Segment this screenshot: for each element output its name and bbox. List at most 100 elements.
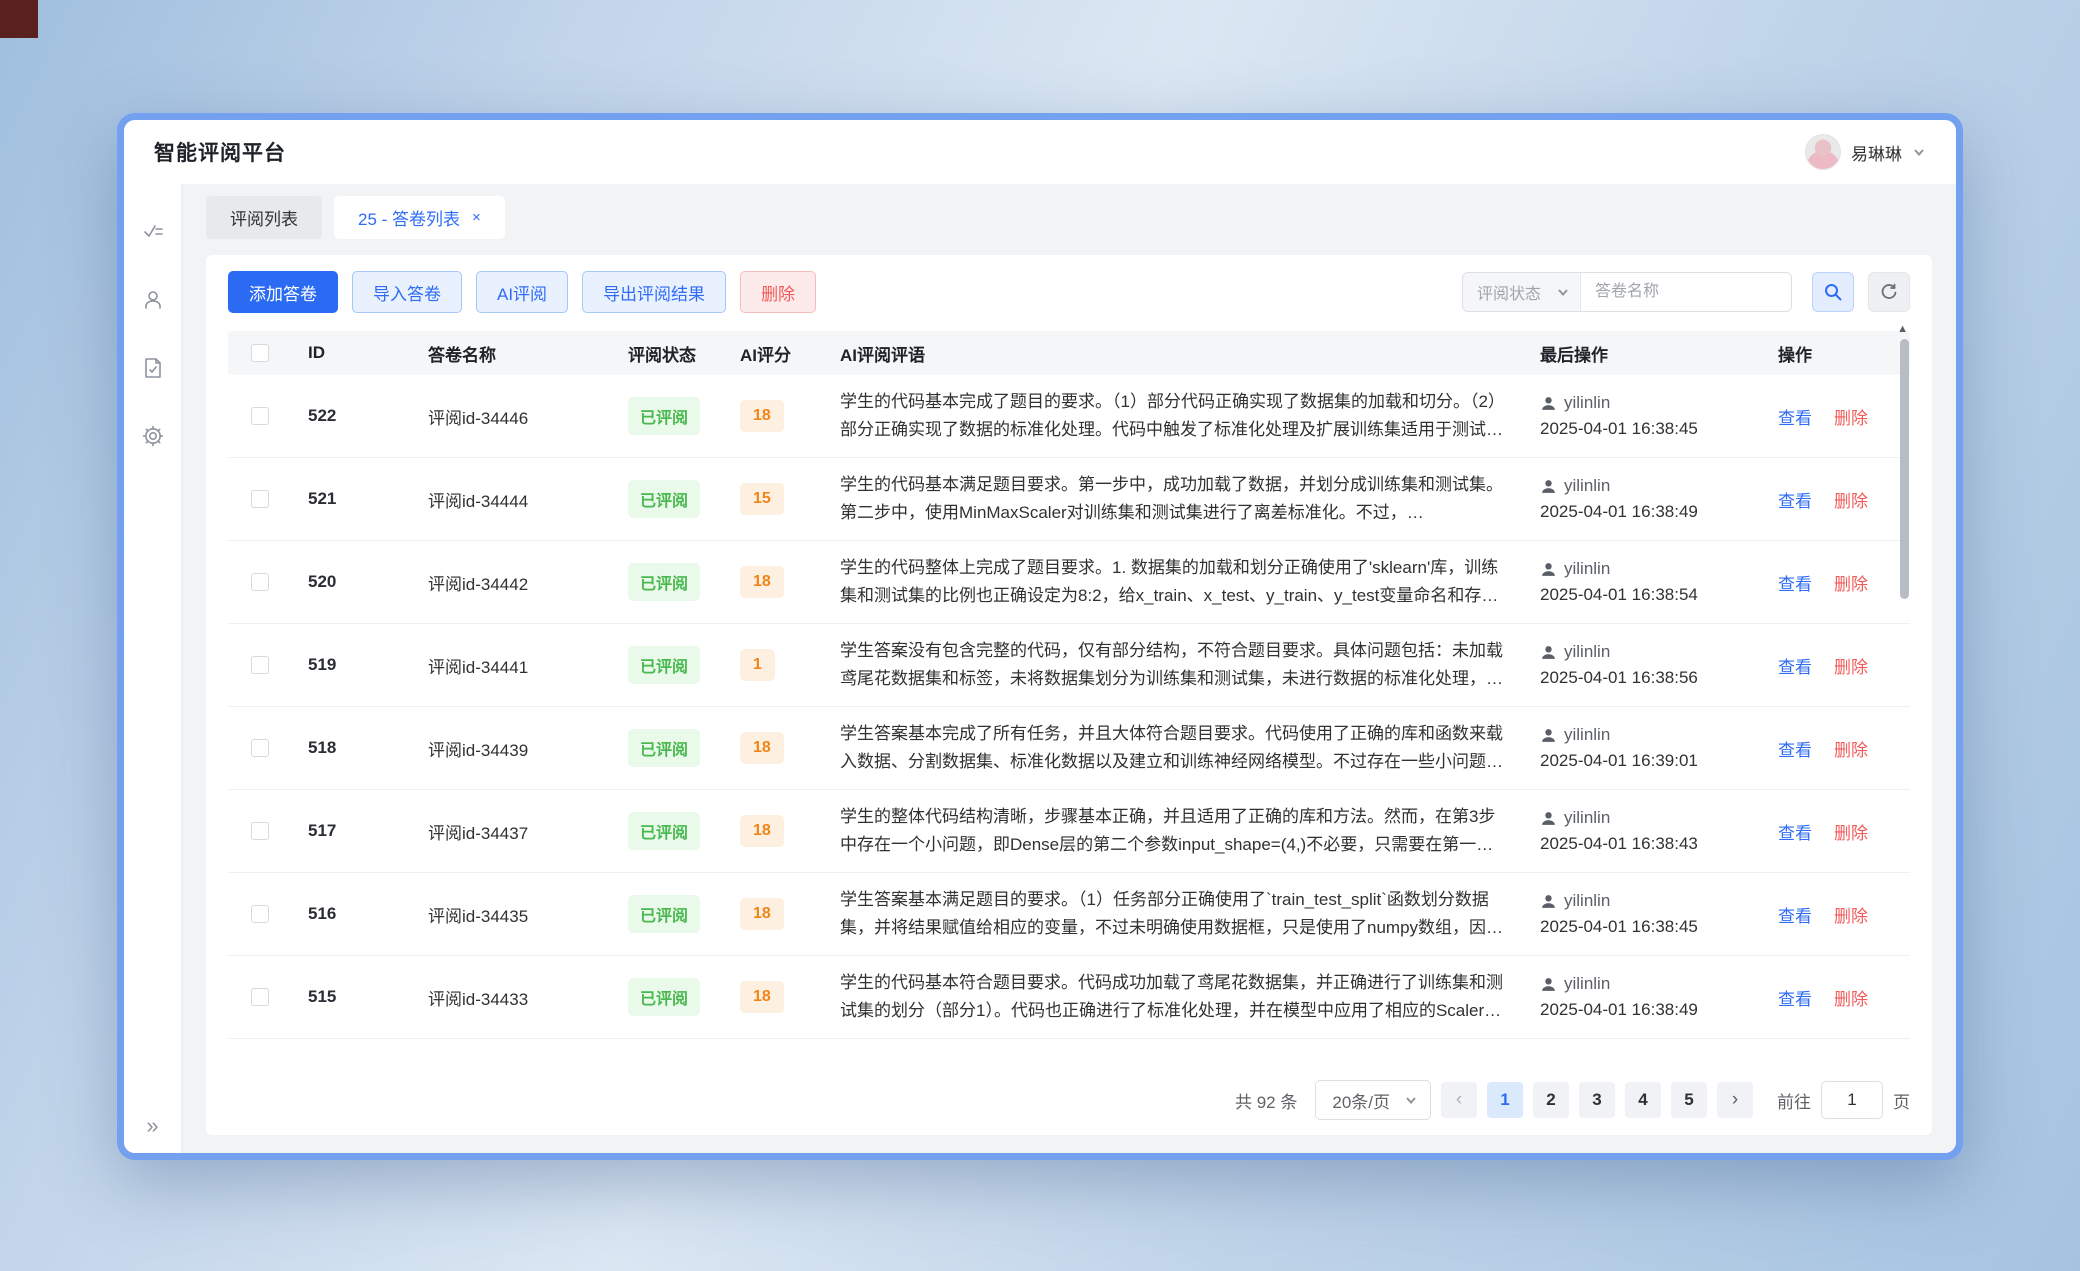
content-card: 添加答卷 导入答卷 AI评阅 导出评阅结果 删除 评阅状态	[206, 255, 1932, 1135]
filter-group: 评阅状态	[1462, 272, 1910, 312]
status-badge: 已评阅	[628, 480, 700, 518]
person-icon	[1540, 810, 1557, 827]
delete-link[interactable]: 删除	[1834, 736, 1868, 761]
row-checkbox[interactable]	[251, 407, 269, 425]
user-menu[interactable]: 易琳琳	[1805, 134, 1926, 170]
sidebar-collapse-icon[interactable]: »	[124, 1113, 181, 1139]
person-icon	[1540, 644, 1557, 661]
search-button[interactable]	[1812, 272, 1854, 312]
row-checkbox[interactable]	[251, 656, 269, 674]
settings-icon[interactable]	[141, 424, 165, 448]
row-comment: 学生的代码整体上完成了题目要求。1. 数据集的加载和划分正确使用了'sklear…	[824, 554, 1524, 610]
delete-link[interactable]: 删除	[1834, 902, 1868, 927]
header-comment: AI评阅评语	[824, 341, 1524, 366]
document-check-icon[interactable]	[141, 356, 165, 380]
row-id: 519	[292, 655, 412, 675]
avatar[interactable]	[1805, 134, 1841, 170]
row-checkbox[interactable]	[251, 739, 269, 757]
refresh-icon	[1879, 282, 1899, 302]
row-checkbox[interactable]	[251, 988, 269, 1006]
prev-page-button[interactable]: ‹	[1441, 1082, 1477, 1118]
row-id: 516	[292, 904, 412, 924]
status-badge: 已评阅	[628, 978, 700, 1016]
score-badge: 18	[740, 981, 784, 1013]
view-link[interactable]: 查看	[1778, 570, 1812, 595]
row-operator: yilinlin	[1564, 891, 1610, 911]
score-badge: 1	[740, 649, 775, 681]
page-button-5[interactable]: 5	[1671, 1082, 1707, 1118]
page-button-3[interactable]: 3	[1579, 1082, 1615, 1118]
user-name: 易琳琳	[1851, 140, 1902, 165]
row-id: 515	[292, 987, 412, 1007]
select-all-checkbox[interactable]	[251, 344, 269, 362]
delete-link[interactable]: 删除	[1834, 819, 1868, 844]
tab-review-list[interactable]: 评阅列表	[206, 196, 322, 239]
delete-link[interactable]: 删除	[1834, 570, 1868, 595]
page-button-1[interactable]: 1	[1487, 1082, 1523, 1118]
review-list-icon[interactable]	[141, 220, 165, 244]
status-badge: 已评阅	[628, 563, 700, 601]
row-checkbox[interactable]	[251, 905, 269, 923]
delete-link[interactable]: 删除	[1834, 404, 1868, 429]
page-button-4[interactable]: 4	[1625, 1082, 1661, 1118]
page-size-select[interactable]: 20条/页	[1315, 1080, 1431, 1120]
answer-name-input[interactable]	[1581, 273, 1791, 311]
row-comment: 学生答案没有包含完整的代码，仅有部分结构，不符合题目要求。具体问题包括：未加载鸢…	[824, 637, 1524, 693]
person-icon	[1540, 395, 1557, 412]
person-icon	[1540, 893, 1557, 910]
toolbar: 添加答卷 导入答卷 AI评阅 导出评阅结果 删除 评阅状态	[228, 271, 1910, 313]
ai-review-button[interactable]: AI评阅	[476, 271, 568, 313]
row-operator: yilinlin	[1564, 974, 1610, 994]
scrollbar-thumb[interactable]	[1900, 339, 1909, 599]
view-link[interactable]: 查看	[1778, 404, 1812, 429]
table-row: 517 评阅id-34437 已评阅 18 学生的整体代码结构清晰，步骤基本正确…	[228, 790, 1910, 873]
user-icon[interactable]	[141, 288, 165, 312]
row-name: 评阅id-34439	[412, 736, 612, 761]
goto-label: 前往	[1777, 1088, 1811, 1113]
view-link[interactable]: 查看	[1778, 653, 1812, 678]
goto-page-input[interactable]	[1821, 1081, 1883, 1119]
person-icon	[1540, 727, 1557, 744]
view-link[interactable]: 查看	[1778, 985, 1812, 1010]
table-header: ID 答卷名称 评阅状态 AI评分 AI评阅评语 最后操作 操作	[228, 331, 1910, 375]
row-name: 评阅id-34433	[412, 985, 612, 1010]
row-checkbox[interactable]	[251, 573, 269, 591]
score-badge: 18	[740, 815, 784, 847]
status-badge: 已评阅	[628, 646, 700, 684]
row-checkbox[interactable]	[251, 490, 269, 508]
import-answer-button[interactable]: 导入答卷	[352, 271, 462, 313]
row-checkbox[interactable]	[251, 822, 269, 840]
row-operator: yilinlin	[1564, 642, 1610, 662]
refresh-button[interactable]	[1868, 272, 1910, 312]
sidebar: »	[124, 184, 182, 1153]
pagination: 共 92 条 20条/页 ‹ 12345 › 前往 页	[228, 1065, 1910, 1135]
next-page-button[interactable]: ›	[1717, 1082, 1753, 1118]
row-time: 2025-04-01 16:38:49	[1540, 1000, 1746, 1020]
row-time: 2025-04-01 16:39:01	[1540, 751, 1746, 771]
tab-close-icon[interactable]: ×	[472, 209, 481, 226]
score-badge: 15	[740, 483, 784, 515]
delete-link[interactable]: 删除	[1834, 487, 1868, 512]
header-name: 答卷名称	[412, 341, 612, 366]
delete-button[interactable]: 删除	[740, 271, 816, 313]
view-link[interactable]: 查看	[1778, 736, 1812, 761]
scrollbar-up-icon[interactable]: ▲	[1897, 323, 1908, 335]
row-id: 522	[292, 406, 412, 426]
row-id: 518	[292, 738, 412, 758]
table-row: 519 评阅id-34441 已评阅 1 学生答案没有包含完整的代码，仅有部分结…	[228, 624, 1910, 707]
export-results-button[interactable]: 导出评阅结果	[582, 271, 726, 313]
table-row: 515 评阅id-34433 已评阅 18 学生的代码基本符合题目要求。代码成功…	[228, 956, 1910, 1039]
delete-link[interactable]: 删除	[1834, 985, 1868, 1010]
row-operator: yilinlin	[1564, 393, 1610, 413]
delete-link[interactable]: 删除	[1834, 653, 1868, 678]
view-link[interactable]: 查看	[1778, 487, 1812, 512]
review-status-select[interactable]: 评阅状态	[1463, 273, 1581, 311]
tab-answer-list[interactable]: 25 - 答卷列表 ×	[334, 196, 505, 239]
page-button-2[interactable]: 2	[1533, 1082, 1569, 1118]
view-link[interactable]: 查看	[1778, 819, 1812, 844]
view-link[interactable]: 查看	[1778, 902, 1812, 927]
window-header: 智能评阅平台 易琳琳	[124, 120, 1956, 184]
table-row: 521 评阅id-34444 已评阅 15 学生的代码基本满足题目要求。第一步中…	[228, 458, 1910, 541]
row-name: 评阅id-34446	[412, 404, 612, 429]
add-answer-button[interactable]: 添加答卷	[228, 271, 338, 313]
